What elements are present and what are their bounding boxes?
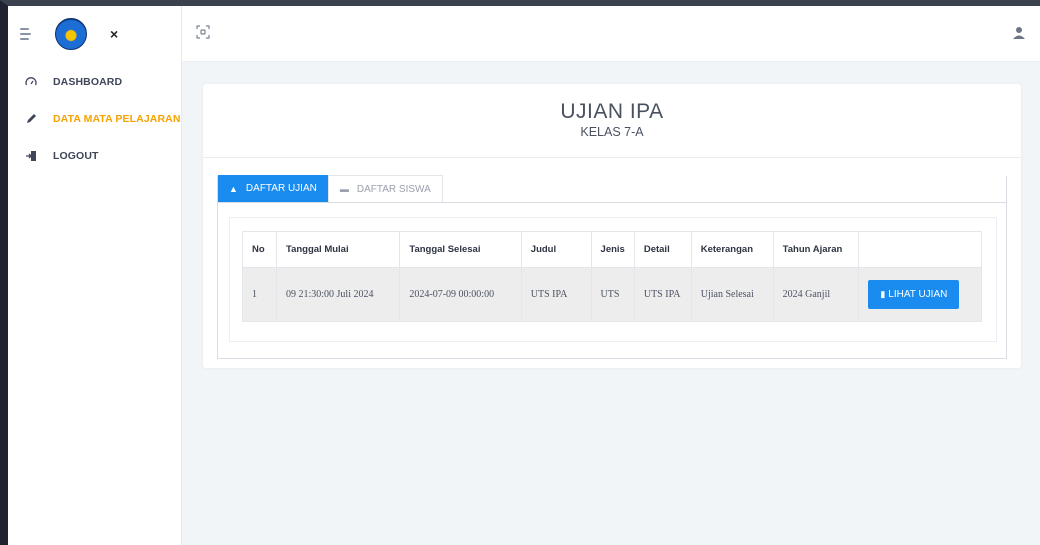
column-header: Keterangan [690,231,774,268]
table-cell: 2024-07-09 00:00:00 [399,267,522,322]
column-header: Detail [633,231,692,268]
exam-table: No Tanggal Mulai Tanggal Selesai Judul J… [242,231,982,322]
column-header: Tanggal Mulai [275,231,401,268]
sidebar-item-dashboard[interactable]: DASHBOARD [8,70,181,94]
sidebar-item-label: LOGOUT [53,150,99,162]
table-cell: 09 21:30:00 Juli 2024 [275,267,401,322]
sidebar: × DASHBOARD DATA MATA PELAJARAN LOGOUT [8,6,182,545]
tab-daftar-siswa[interactable]: ▬ DAFTAR SISWA [327,175,443,202]
column-header: Tahun Ajaran [772,231,860,268]
table-cell: UTS IPA [520,267,592,322]
table-header-row: No Tanggal Mulai Tanggal Selesai Judul J… [242,231,982,268]
table-cell: UTS [590,267,635,322]
column-header: Jenis [590,231,635,268]
table-cell: 2024 Ganjil [772,267,860,322]
table-cell-action: ▮ LIHAT UJIAN [858,267,982,322]
table-cell: UTS IPA [633,267,692,322]
card-header: UJIAN IPA KELAS 7-A [203,84,1021,158]
column-header: Judul [520,231,592,268]
close-icon[interactable]: × [110,26,118,42]
exam-card: UJIAN IPA KELAS 7-A ▲ DAFTAR UJIAN ▬ DAF… [203,84,1021,368]
sidebar-menu: DASHBOARD DATA MATA PELAJARAN LOGOUT [8,70,181,168]
sidebar-item-data-mata-pelajaran[interactable]: DATA MATA PELAJARAN [8,107,181,131]
divider [218,202,1006,203]
pencil-icon [24,112,38,126]
lihat-ujian-button[interactable]: ▮ LIHAT UJIAN [868,280,960,309]
hamburger-icon[interactable] [20,25,38,43]
column-header: No [242,231,277,268]
tab-label: DAFTAR UJIAN [245,183,317,194]
tab-daftar-ujian[interactable]: ▲ DAFTAR UJIAN [218,175,328,202]
tab-content: No Tanggal Mulai Tanggal Selesai Judul J… [229,217,997,342]
page-subtitle: KELAS 7-A [580,125,644,139]
user-icon: ▲ [229,183,238,194]
page-title: UJIAN IPA [560,100,664,123]
tab-bar: ▲ DAFTAR UJIAN ▬ DAFTAR SISWA [218,175,443,202]
tab-panel: ▲ DAFTAR UJIAN ▬ DAFTAR SISWA No Tanggal… [217,175,1007,359]
table-row: 1 09 21:30:00 Juli 2024 2024-07-09 00:00… [242,267,982,322]
table-cell: 1 [242,267,277,322]
logout-icon [24,149,38,163]
book-icon: ▮ [880,289,886,299]
list-icon: ▬ [339,184,349,194]
column-header [858,231,982,268]
app-window: × DASHBOARD DATA MATA PELAJARAN LOGOUT U… [0,0,1040,545]
tab-label: DAFTAR SISWA [356,183,431,195]
user-icon[interactable] [1012,26,1026,40]
dashboard-icon [24,75,38,89]
logo [55,18,87,50]
column-header: Tanggal Selesai [399,231,522,268]
button-label: LIHAT UJIAN [888,289,948,300]
sidebar-header: × [8,6,181,62]
sidebar-item-label: DATA MATA PELAJARAN [53,113,181,125]
table-cell: Ujian Selesai [690,267,774,322]
topbar [182,6,1040,62]
fullscreen-icon[interactable] [196,25,210,39]
sidebar-item-logout[interactable]: LOGOUT [8,144,181,168]
sidebar-item-label: DASHBOARD [53,76,123,88]
